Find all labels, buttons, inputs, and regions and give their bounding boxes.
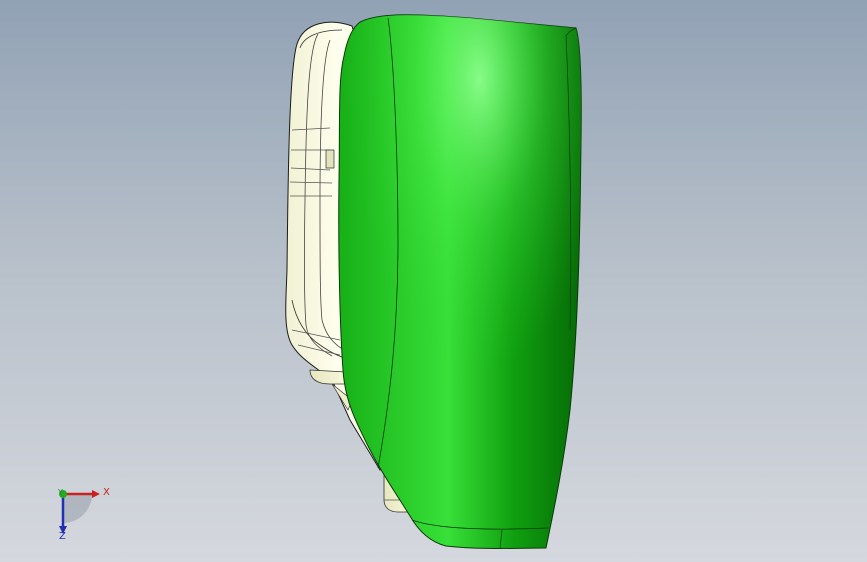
- axis-triad: X Y Z: [40, 478, 120, 548]
- x-axis-label: X: [103, 487, 110, 498]
- 3d-viewport[interactable]: X Y Z: [0, 0, 867, 562]
- z-axis-label: Z: [59, 531, 66, 542]
- green-shell[interactable]: [338, 14, 582, 549]
- model-view[interactable]: [0, 0, 867, 562]
- y-axis-label: Y: [58, 488, 63, 497]
